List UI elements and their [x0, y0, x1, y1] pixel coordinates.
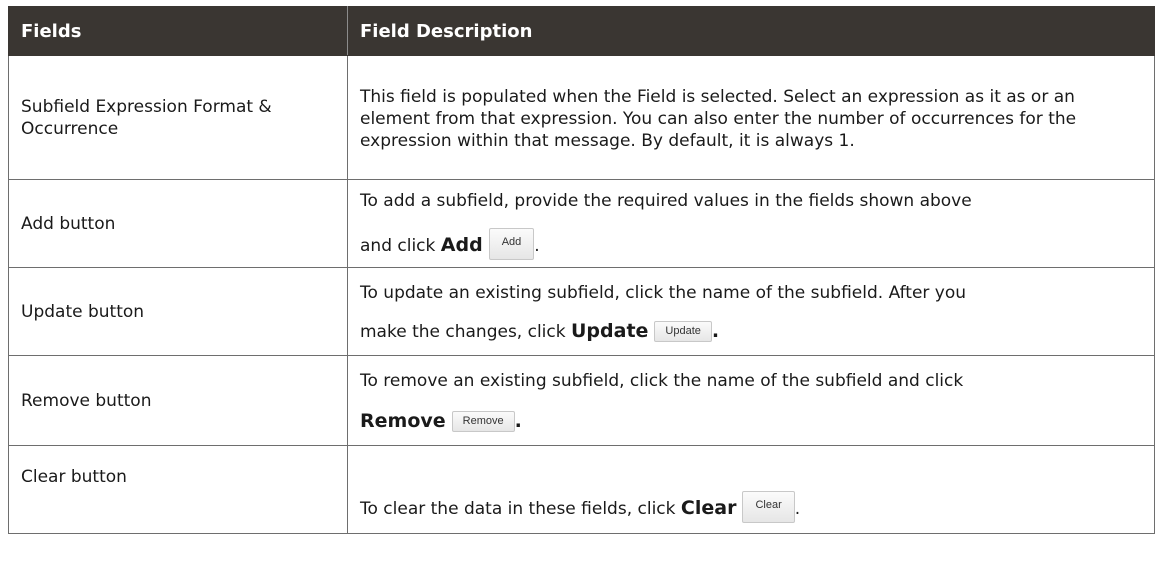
remove-button[interactable]: Remove [451, 411, 515, 432]
description-line: To add a subfield, provide the required … [360, 190, 972, 211]
field-name-cell: Clear button [8, 445, 348, 534]
field-description-cell: To clear the data in these fields, click… [347, 445, 1155, 534]
table-row: Add button To add a subfield, provide th… [8, 179, 1155, 268]
field-description-cell: To remove an existing subfield, click th… [347, 355, 1155, 446]
header-fields: Fields [8, 6, 348, 56]
period: . [794, 499, 801, 519]
description-line: and click Add Add. [360, 227, 1142, 260]
bold-label: Clear [680, 497, 737, 519]
header-field-description: Field Description [347, 6, 1155, 56]
period: . [711, 320, 720, 342]
description-line: To remove an existing subfield, click th… [360, 371, 964, 391]
field-description-cell: To add a subfield, provide the required … [347, 179, 1155, 268]
table-row: Update button To update an existing subf… [8, 267, 1155, 356]
description-text: To clear the data in these fields, click [360, 499, 681, 519]
field-name-cell: Update button [8, 267, 348, 356]
field-name-cell: Remove button [8, 355, 348, 446]
field-description-table: Fields Field Description Subfield Expres… [8, 6, 1155, 534]
update-button[interactable]: Update [654, 321, 712, 342]
description-text: and click [360, 235, 441, 256]
field-name-cell: Subfield Expression Format & Occurrence [8, 55, 348, 180]
table-header-row: Fields Field Description [8, 6, 1155, 56]
add-button[interactable]: Add [488, 227, 535, 260]
table-row: Subfield Expression Format & Occurrence … [8, 55, 1155, 180]
clear-button[interactable]: Clear [742, 491, 795, 523]
description-line: To update an existing subfield, click th… [360, 283, 967, 303]
field-name-cell: Add button [8, 179, 348, 268]
period: . [514, 410, 522, 432]
description-text: make the changes, click [360, 322, 571, 342]
description-line: make the changes, click Update Update. [360, 320, 1142, 343]
bold-label: Remove [360, 410, 446, 432]
table-row: Clear button To clear the data in these … [8, 445, 1155, 534]
field-description-cell: To update an existing subfield, click th… [347, 267, 1155, 356]
description-line: Remove Remove. [360, 410, 1142, 433]
period: . [534, 235, 540, 256]
description-line: To clear the data in these fields, click… [360, 491, 1142, 523]
bold-label: Update [571, 320, 649, 342]
field-description-cell: This field is populated when the Field i… [347, 55, 1155, 180]
bold-label: Add [440, 233, 483, 256]
table-row: Remove button To remove an existing subf… [8, 355, 1155, 446]
